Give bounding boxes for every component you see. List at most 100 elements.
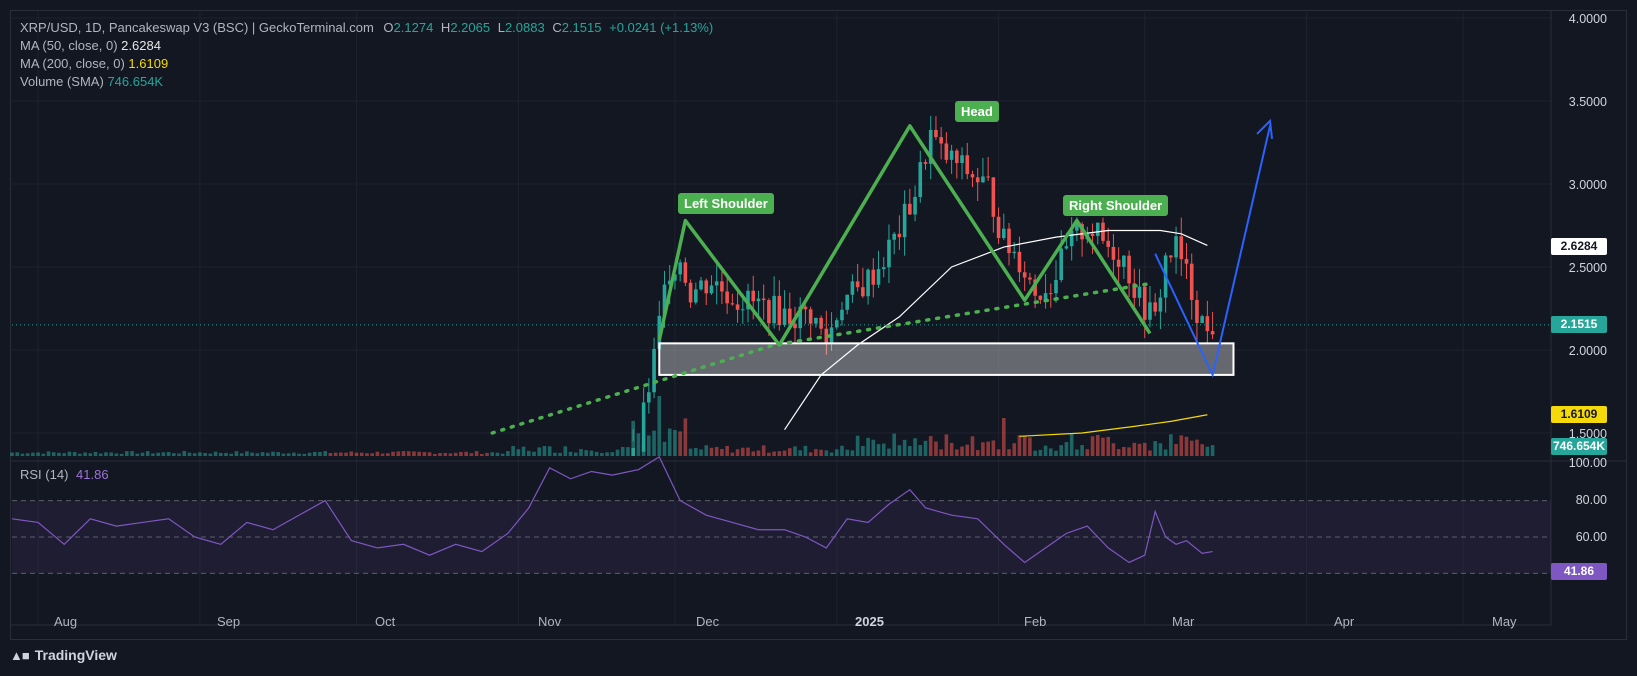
volume-bar xyxy=(333,452,338,456)
volume-bar xyxy=(558,452,562,456)
volume-bar xyxy=(1169,434,1173,456)
volume-bar xyxy=(589,450,594,456)
rsi-legend[interactable]: RSI (14) 41.86 xyxy=(20,467,109,482)
volume-bar xyxy=(981,442,985,456)
volume-bar xyxy=(563,446,568,456)
volume-bar xyxy=(1195,439,1199,456)
candle xyxy=(1022,272,1027,278)
volume-bar xyxy=(1184,436,1189,456)
candle xyxy=(720,281,724,292)
volume-bar xyxy=(1174,444,1178,456)
volume-bar xyxy=(245,451,249,456)
ma50-line[interactable] xyxy=(784,229,1208,431)
volume-bar xyxy=(553,452,557,456)
volume-bar xyxy=(532,451,536,456)
volume-bar xyxy=(156,452,160,456)
candle xyxy=(1106,240,1110,247)
volume-bar xyxy=(281,453,286,456)
x-tick-nov: Nov xyxy=(538,614,562,629)
volume-bar xyxy=(469,453,474,456)
candle xyxy=(1038,295,1043,300)
x-tick-sep: Sep xyxy=(217,614,241,629)
volume-bar xyxy=(224,452,228,456)
volume-bar xyxy=(573,452,578,456)
volume-bar xyxy=(756,450,761,456)
volume-bar xyxy=(1148,450,1152,456)
volume-bar xyxy=(970,436,975,456)
volume-bar xyxy=(104,452,108,456)
ma50-legend[interactable]: MA (50, close, 0) 2.6284 xyxy=(20,38,161,53)
volume-bar xyxy=(683,418,688,456)
volume-bar xyxy=(626,447,630,456)
candle xyxy=(751,290,756,302)
volume-bar xyxy=(1090,436,1095,456)
candle xyxy=(1169,255,1173,258)
volume-bar xyxy=(417,451,421,456)
volume-bar xyxy=(1012,443,1017,456)
candle xyxy=(845,294,849,310)
low-label: L xyxy=(497,20,505,35)
candle xyxy=(725,291,729,304)
candle xyxy=(1137,286,1142,298)
volume-bar xyxy=(636,433,641,456)
rsi-label: RSI (14) xyxy=(20,467,69,482)
volume-bar xyxy=(135,453,140,456)
volume-bar xyxy=(1075,449,1079,456)
price-chart[interactable] xyxy=(0,0,1637,676)
volume-bar xyxy=(380,453,385,456)
volume-bar xyxy=(772,451,776,456)
candle xyxy=(1142,286,1147,320)
volume-bar xyxy=(130,451,134,456)
volume-bar xyxy=(741,447,745,456)
volume-bar xyxy=(845,449,849,456)
volume-bar xyxy=(1116,449,1121,456)
volume-bar xyxy=(151,453,155,456)
open-value: 2.1274 xyxy=(393,20,434,35)
volume-bar xyxy=(975,450,980,456)
candle xyxy=(641,402,646,452)
volume-bar xyxy=(913,438,917,456)
candle xyxy=(1153,302,1157,312)
volume-bar xyxy=(276,452,281,456)
candle xyxy=(678,262,682,275)
candle xyxy=(1148,302,1152,320)
volume-bar xyxy=(198,452,202,456)
volume-bar xyxy=(709,447,714,456)
volume-bar xyxy=(323,451,327,456)
volume-bar xyxy=(923,440,928,456)
volume-bar xyxy=(443,452,448,456)
volume-bar xyxy=(177,453,181,456)
volume-bar xyxy=(203,453,207,456)
support-zone-rect[interactable] xyxy=(658,342,1235,376)
volume-bar xyxy=(850,450,855,456)
volume-bar xyxy=(187,452,192,456)
ma200-legend[interactable]: MA (200, close, 0) 1.6109 xyxy=(20,56,168,71)
volume-bar xyxy=(490,452,495,456)
candle xyxy=(871,269,876,285)
volume-legend[interactable]: Volume (SMA) 746.654K xyxy=(20,74,163,89)
candle xyxy=(908,203,912,215)
candle xyxy=(876,269,881,285)
candle xyxy=(1179,236,1184,260)
ma50-value: 2.6284 xyxy=(121,38,161,53)
x-tick-2025: 2025 xyxy=(855,614,884,629)
volume-bar xyxy=(41,453,46,456)
candle xyxy=(944,143,949,160)
candle xyxy=(1174,236,1178,258)
candle xyxy=(631,448,635,456)
volume-bar xyxy=(1064,442,1069,456)
volume-bar xyxy=(391,451,395,456)
candle xyxy=(1189,263,1194,300)
volume-bar xyxy=(584,450,588,456)
tradingview-logo[interactable]: ▲■ TradingView xyxy=(10,647,117,663)
volume-bar xyxy=(782,450,787,456)
volume-value: 746.654K xyxy=(107,74,164,89)
change-value: +0.0241 (+1.13%) xyxy=(609,20,714,35)
volume-bar xyxy=(349,451,354,456)
volume-bar xyxy=(1127,447,1131,456)
volume-bar xyxy=(406,451,411,456)
volume-bar xyxy=(412,451,416,456)
candle xyxy=(1002,228,1006,239)
candle xyxy=(981,176,985,183)
candle xyxy=(1064,246,1069,249)
